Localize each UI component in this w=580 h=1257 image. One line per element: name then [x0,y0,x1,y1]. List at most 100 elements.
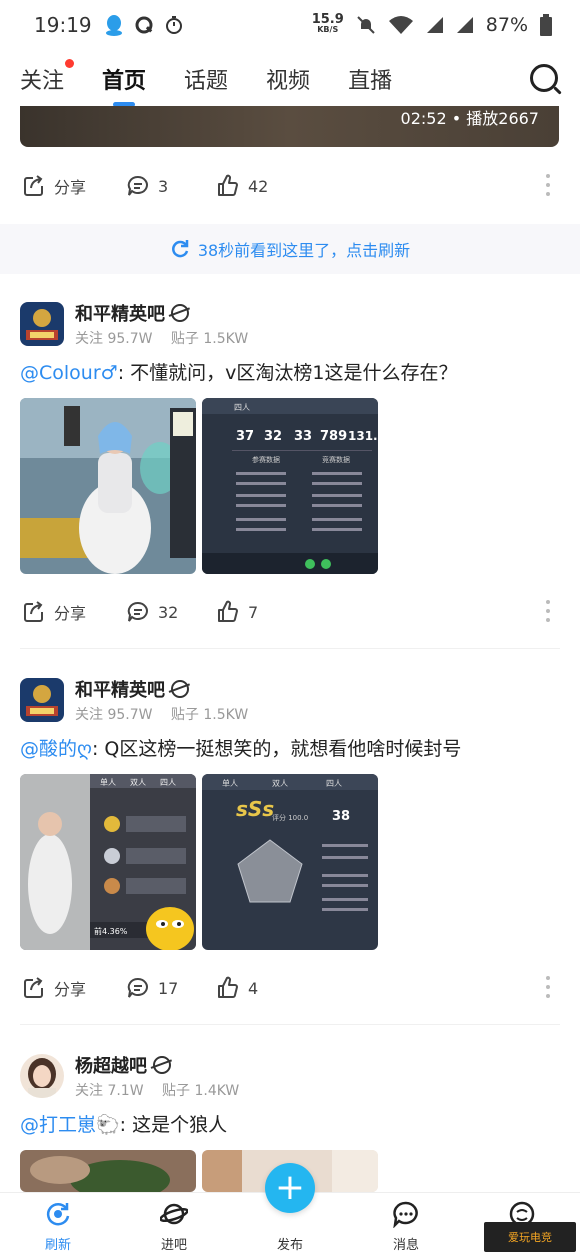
tab-video-label: 视频 [266,69,311,94]
browser-icon [135,16,153,34]
share-button[interactable]: 分享 [22,600,126,624]
followers-count: 关注 7.1W [75,1083,144,1099]
top-nav: 关注 首页 话题 视频 直播 [0,52,580,106]
post-images: 四人 37 32 33 789 131.50 参赛数据 竞赛数据 [20,398,378,574]
wifi-icon [388,16,413,34]
share-label: 分享 [54,604,87,623]
comment-icon [127,977,148,998]
user-mention[interactable]: @打工崽🐑 [20,1114,120,1136]
post-header: 和平精英吧 关注 95.7W 贴子 1.5KW [20,676,560,724]
post-text: : 不懂就问，v区淘汰榜1这是什么存在？ [117,362,458,384]
image-tab-1: 单人 [222,778,238,788]
forum-stats: 关注 7.1W 贴子 1.4KW [75,1080,253,1100]
post-images [20,1150,378,1192]
tab-follow-label: 关注 [20,69,65,94]
comment-count: 32 [158,602,179,622]
plus-icon[interactable]: + [265,1163,315,1213]
stat-3: 33 [294,429,312,444]
like-count: 4 [248,978,259,998]
share-label: 分享 [54,980,87,999]
forum-name[interactable]: 杨超越吧 [75,1052,171,1078]
share-icon [24,175,43,196]
forum-name[interactable]: 和平精英吧 [75,300,189,326]
followers-count: 关注 95.7W [75,707,153,723]
video-thumbnail[interactable]: 02:52 • 播放2667 [20,106,559,147]
nav-forums-label: 进吧 [160,1238,187,1253]
image-tab-label: 四人 [234,403,250,412]
notification-dot [65,59,75,68]
nav-forums[interactable]: 进吧 [116,1193,232,1257]
post-text: : Q区这榜一挺想笑的，就想看他啥时候封号 [91,738,462,760]
like-button[interactable]: 42 [216,174,268,198]
post-image[interactable]: 单人 双人 四人 前4.36% [20,774,196,950]
post-card[interactable]: 和平精英吧 关注 95.7W 贴子 1.5KW @酸的ღ: Q区这榜一挺想笑的，… [0,676,580,1016]
like-button[interactable]: 4 [216,976,258,1000]
share-button[interactable]: 分享 [22,174,126,198]
user-mention[interactable]: @Colour♂ [20,362,118,384]
like-button[interactable]: 7 [216,600,258,624]
more-options-icon[interactable] [546,174,550,196]
post-card[interactable]: 和平精英吧 关注 95.7W 贴子 1.5KW @Colour♂: 不懂就问，v… [0,300,580,640]
post-image[interactable]: 四人 37 32 33 789 131.50 参赛数据 竞赛数据 [202,398,378,574]
tab-live[interactable]: 直播 [348,63,392,95]
image-tab-2: 双人 [130,778,146,787]
nav-publish[interactable]: + 发布 [232,1163,348,1257]
signal-icon-1 [426,17,443,33]
stat-5: 131.50 [348,429,378,443]
comment-button[interactable]: 3 [126,174,216,198]
stat-2: 32 [264,429,282,444]
post-title[interactable]: @打工崽🐑: 这是个狼人 [20,1110,227,1137]
stat-number: 38 [332,809,350,824]
user-mention[interactable]: @酸的ღ [20,738,92,760]
nav-messages[interactable]: 消息 [348,1193,464,1257]
image-tab-1: 单人 [100,777,116,787]
status-right: 15.9 KB/S 87% [312,13,552,36]
nav-refresh-label: 刷新 [44,1238,71,1253]
like-count: 42 [248,176,269,196]
thumbs-up-icon [218,976,238,998]
forum-avatar[interactable] [20,302,64,346]
forum-stats: 关注 95.7W 贴子 1.5KW [75,328,262,348]
comment-count: 17 [158,978,179,998]
post-image[interactable] [20,398,196,574]
comment-button[interactable]: 17 [126,976,216,1000]
tab-live-label: 直播 [348,69,393,94]
planet-icon [160,1203,188,1225]
search-icon[interactable] [530,64,558,92]
battery-percent: 87% [485,14,528,36]
tab-home-label: 首页 [102,69,147,94]
image-tab-3: 四人 [160,778,176,787]
timer-icon [165,16,182,34]
comment-icon [127,175,148,196]
forum-name[interactable]: 和平精英吧 [75,676,189,702]
forum-avatar[interactable] [20,678,64,722]
tab-topics-label: 话题 [184,69,229,94]
signal-icon-2 [456,17,473,33]
rank-percent: 前4.36% [94,926,128,936]
post-image[interactable]: 单人 双人 四人 sSs 评分 100.0 38 [202,774,378,950]
tab-home[interactable]: 首页 [102,63,146,95]
battery-icon [540,14,552,36]
tab-video[interactable]: 视频 [266,63,310,95]
status-bar: 19:19 15.9 KB/S 87% [0,0,580,50]
followers-count: 关注 95.7W [75,331,153,347]
forum-avatar[interactable] [20,1054,64,1098]
status-time: 19:19 [34,13,92,37]
video-actions: 分享 3 42 [22,166,562,206]
refresh-notice[interactable]: 38秒前看到这里了，点击刷新 [0,224,580,274]
more-options-icon[interactable] [546,976,550,998]
post-images: 单人 双人 四人 前4.36% 单人 双人 四人 sSs 评分 100.0 38 [20,774,378,950]
share-button[interactable]: 分享 [22,976,126,1000]
comment-button[interactable]: 32 [126,600,216,624]
section-a-label: 参赛数据 [252,455,280,464]
tab-follow[interactable]: 关注 [20,59,75,95]
tab-topics[interactable]: 话题 [184,63,228,95]
post-title[interactable]: @Colour♂: 不懂就问，v区淘汰榜1这是什么存在？ [20,358,457,385]
watermark-text: 爱玩电竞 [508,1231,552,1244]
post-image[interactable] [20,1150,196,1192]
video-meta: 02:52 • 播放2667 [400,109,539,128]
more-options-icon[interactable] [546,600,550,622]
nav-refresh[interactable]: 刷新 [0,1193,116,1257]
post-title[interactable]: @酸的ღ: Q区这榜一挺想笑的，就想看他啥时候封号 [20,734,461,761]
image-tab-3: 四人 [326,779,342,788]
